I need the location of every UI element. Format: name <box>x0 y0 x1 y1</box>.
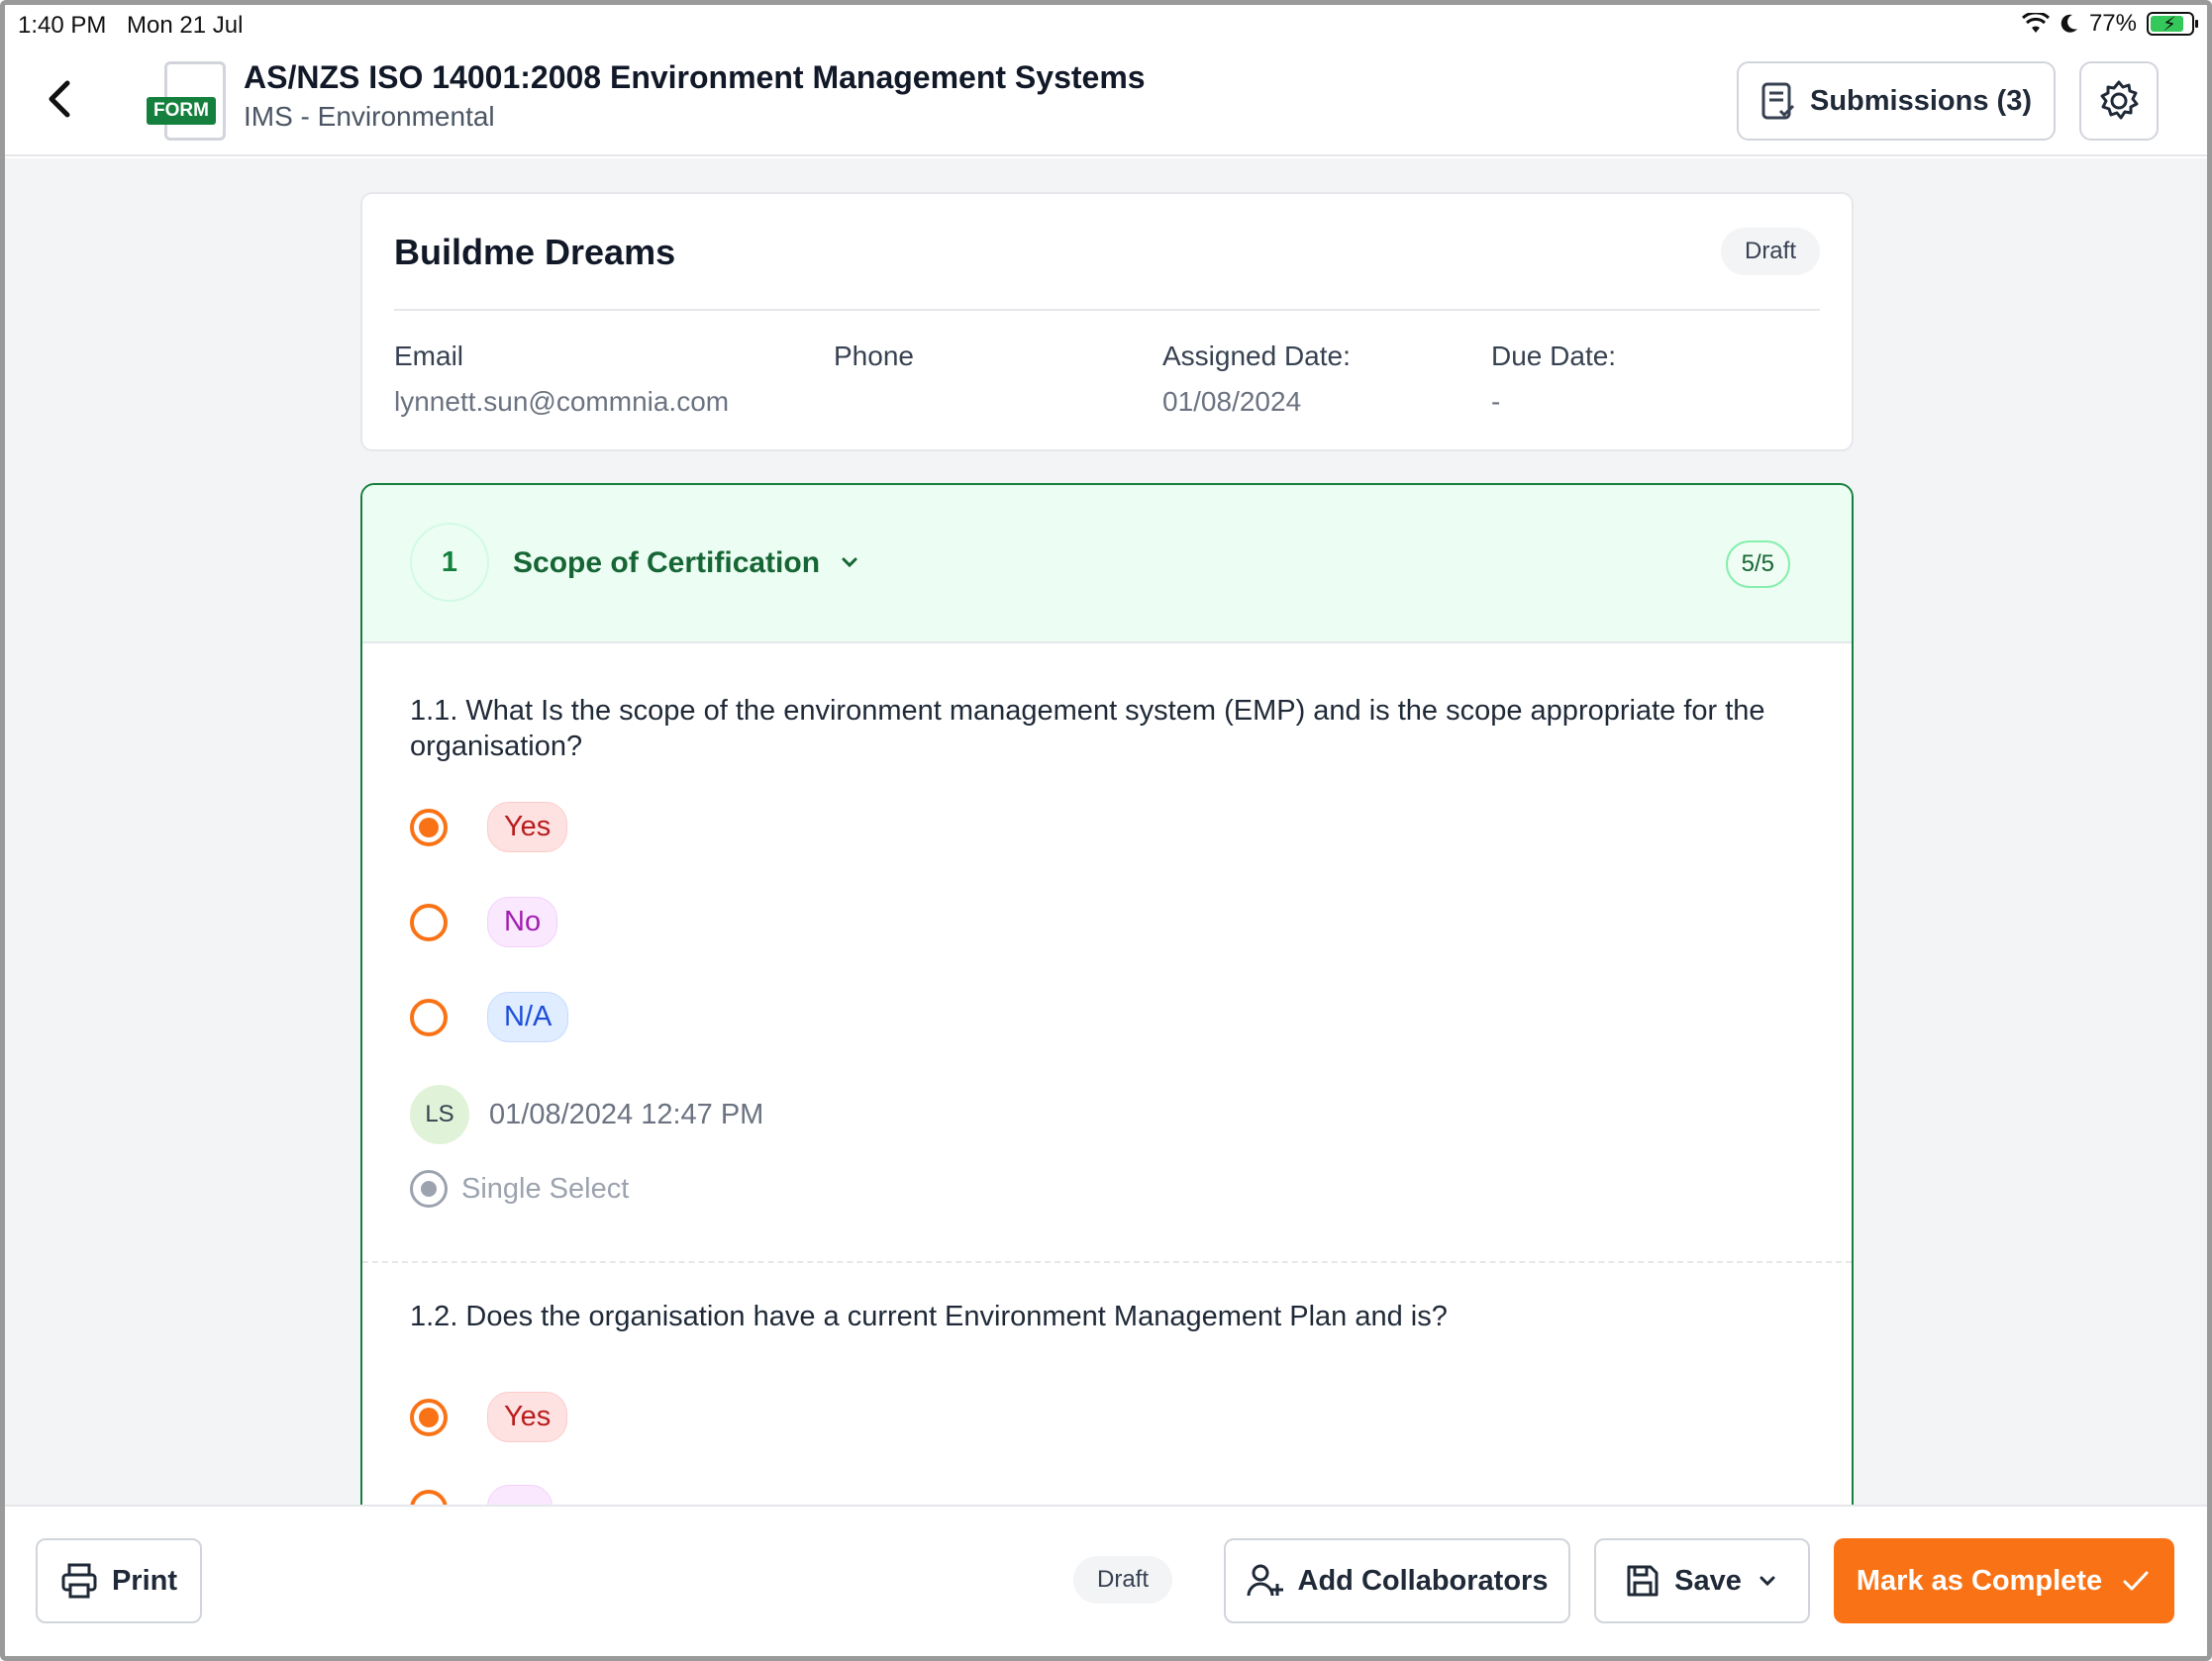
status-time: 1:40 PM <box>18 12 107 39</box>
save-button[interactable]: Save <box>1594 1538 1810 1623</box>
moon-icon <box>2061 14 2077 33</box>
option-na[interactable]: N/A <box>410 992 569 1042</box>
form-file-icon: FORM <box>147 61 228 145</box>
floppy-disk-icon <box>1627 1565 1659 1597</box>
assigned-date-label: Assigned Date: <box>1162 341 1351 371</box>
option-label-partial <box>487 1485 553 1505</box>
phone-field: Phone <box>834 341 914 372</box>
radio-unselected[interactable] <box>410 903 448 941</box>
option-label: Yes <box>487 1392 568 1442</box>
submissions-button[interactable]: Submissions (3) <box>1737 61 2056 141</box>
section-title: Scope of Certification <box>513 546 821 579</box>
option-partial[interactable] <box>410 1485 553 1505</box>
phone-label: Phone <box>834 341 914 371</box>
settings-button[interactable] <box>2079 61 2159 141</box>
response-timestamp: 01/08/2024 12:47 PM <box>489 1098 764 1130</box>
due-date-label: Due Date: <box>1491 341 1617 371</box>
option-yes[interactable]: Yes <box>410 1392 568 1442</box>
question-text: 1.2. Does the organisation have a curren… <box>410 1301 1448 1332</box>
question-type-label: Single Select <box>461 1172 630 1205</box>
check-icon <box>2123 1571 2149 1591</box>
add-user-icon <box>1247 1564 1283 1597</box>
content-area: Buildme Dreams Draft Email lynnett.sun@c… <box>0 158 2212 1505</box>
status-badge: Draft <box>1073 1556 1173 1604</box>
option-no[interactable]: No <box>410 897 558 947</box>
radio-unselected[interactable] <box>410 1490 448 1505</box>
section-card: 1 Scope of Certification 5/5 1.1. What I… <box>360 483 1854 1505</box>
back-icon[interactable] <box>40 75 79 123</box>
add-collaborators-label: Add Collaborators <box>1297 1564 1549 1597</box>
single-select-icon <box>410 1170 448 1208</box>
form-tag: FORM <box>147 97 216 125</box>
question-divider <box>362 1261 1852 1263</box>
assigned-date-field: Assigned Date: 01/08/2024 <box>1162 341 1351 418</box>
section-progress-badge: 5/5 <box>1725 540 1790 588</box>
section-number: 1 <box>410 523 489 602</box>
print-button[interactable]: Print <box>36 1538 202 1623</box>
submissions-icon <box>1761 82 1795 120</box>
avatar: LS <box>410 1085 469 1144</box>
email-field: Email lynnett.sun@commnia.com <box>394 341 729 418</box>
section-header[interactable]: 1 Scope of Certification 5/5 <box>362 485 1852 643</box>
footer-toolbar: Print Draft Add Collaborators Save Mark … <box>0 1505 2212 1661</box>
question-text: 1.1. What Is the scope of the environmen… <box>410 695 1765 762</box>
add-collaborators-button[interactable]: Add Collaborators <box>1224 1538 1570 1623</box>
mark-complete-label: Mark as Complete <box>1856 1564 2103 1597</box>
page-subtitle: IMS - Environmental <box>244 101 495 132</box>
email-label: Email <box>394 341 464 371</box>
question-type: Single Select <box>410 1170 629 1208</box>
battery-icon: ⚡ <box>2147 12 2198 36</box>
client-card: Buildme Dreams Draft Email lynnett.sun@c… <box>360 192 1854 451</box>
battery-percent: 77% <box>2088 10 2137 37</box>
status-bar: 1:40 PM Mon 21 Jul 77% ⚡ <box>0 0 2212 49</box>
due-date-value: - <box>1491 386 1501 417</box>
client-name: Buildme Dreams <box>394 232 676 272</box>
gear-icon <box>2100 80 2139 120</box>
print-label: Print <box>111 1564 178 1597</box>
due-date-field: Due Date: - <box>1491 341 1616 418</box>
option-label: Yes <box>487 802 568 852</box>
submissions-label: Submissions (3) <box>1810 84 2032 117</box>
response-meta: LS 01/08/2024 12:47 PM <box>410 1085 763 1144</box>
chevron-down-icon <box>1760 1576 1775 1587</box>
mark-complete-button[interactable]: Mark as Complete <box>1834 1538 2174 1623</box>
app-header: FORM AS/NZS ISO 14001:2008 Environment M… <box>0 49 2212 156</box>
wifi-icon <box>2021 13 2050 33</box>
divider <box>394 309 1820 311</box>
chevron-down-icon[interactable] <box>836 548 863 576</box>
option-label: No <box>487 897 558 947</box>
status-badge: Draft <box>1720 228 1820 275</box>
status-right: 77% ⚡ <box>2021 10 2198 38</box>
save-label: Save <box>1674 1564 1742 1597</box>
email-value: lynnett.sun@commnia.com <box>394 386 730 417</box>
radio-unselected[interactable] <box>410 998 448 1036</box>
option-label: N/A <box>487 992 569 1042</box>
assigned-date-value: 01/08/2024 <box>1162 386 1302 417</box>
option-yes[interactable]: Yes <box>410 802 568 852</box>
page-title: AS/NZS ISO 14001:2008 Environment Manage… <box>244 59 1146 95</box>
printer-icon <box>61 1563 97 1599</box>
radio-selected[interactable] <box>410 1398 448 1436</box>
radio-selected[interactable] <box>410 808 448 846</box>
status-date: Mon 21 Jul <box>127 12 244 39</box>
